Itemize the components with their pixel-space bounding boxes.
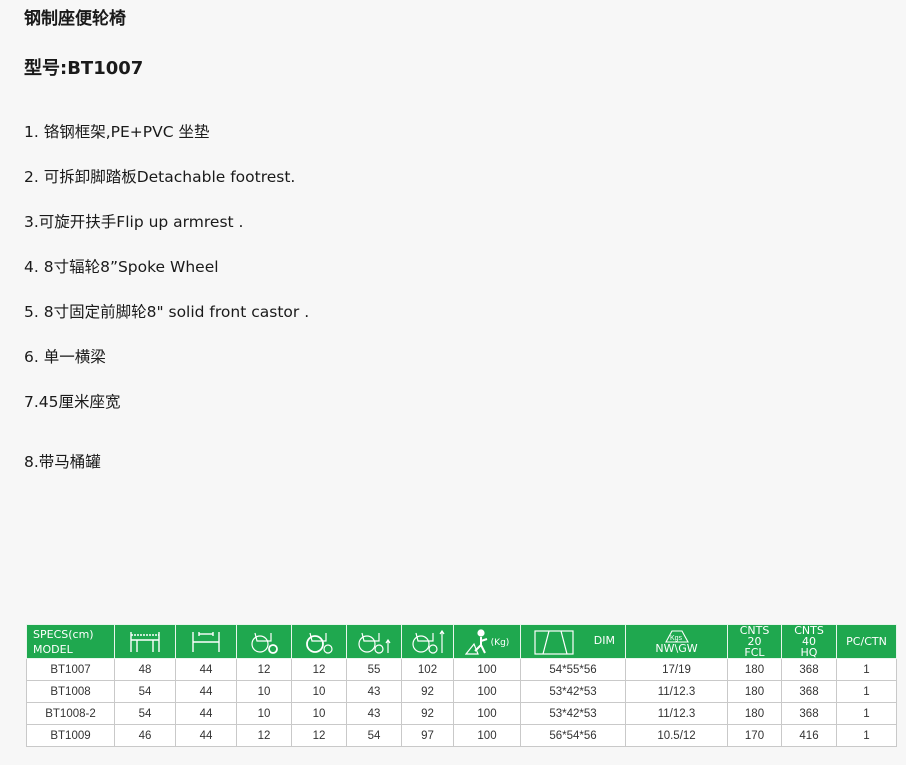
cnts20-header: CNTS 20 FCL <box>727 624 782 659</box>
front-wheel-header <box>236 624 292 659</box>
dim-label: DIM <box>593 634 615 647</box>
nw-gw-cell: 11/12.3 <box>625 680 728 703</box>
weight-header: Kgs NW\GW <box>625 624 728 659</box>
rear-wheel-cell: 12 <box>291 658 347 681</box>
pc-ctn-cell: 1 <box>836 658 897 681</box>
seat-height-cell: 55 <box>346 658 402 681</box>
rear-wheel-icon <box>306 632 333 654</box>
max-weight-icon <box>464 628 487 655</box>
model-cell: BT1007 <box>26 658 115 681</box>
overall-width-cell: 54 <box>114 680 176 703</box>
rear-wheel-header <box>291 624 347 659</box>
cnts40-cell: 368 <box>781 702 837 725</box>
rear-wheel-cell: 10 <box>291 702 347 725</box>
pc-ctn-cell: 1 <box>836 724 897 747</box>
pcctn-header: PC/CTN <box>836 624 897 659</box>
table-row: BT1009 46 44 12 12 54 97 100 56*54*56 10.5/12 170 4… <box>26 724 897 747</box>
pc-ctn-cell: 1 <box>836 702 897 725</box>
dimensions-cell: 53*42*53 <box>520 702 626 725</box>
rear-wheel-cell: 12 <box>291 724 347 747</box>
max-weight-cell: 100 <box>453 724 521 747</box>
overall-height-header <box>401 624 454 659</box>
specs-label: SPECS(cm) <box>33 627 94 641</box>
nw-gw-cell: 17/19 <box>625 658 728 681</box>
overall-width-header <box>114 624 176 659</box>
nw-gw-cell: 10.5/12 <box>625 724 728 747</box>
dimensions-cell: 53*42*53 <box>520 680 626 703</box>
overall-width-cell: 46 <box>114 724 176 747</box>
pc-ctn-cell: 1 <box>836 680 897 703</box>
carton-dim-icon <box>534 629 574 655</box>
weight-scale-icon: Kgs <box>664 630 689 643</box>
seat-height-icon <box>358 632 391 654</box>
cnts20-line3: FCL <box>744 646 765 659</box>
max-weight-cell: 100 <box>453 702 521 725</box>
front-wheel-cell: 12 <box>236 658 292 681</box>
seat-width-icon <box>192 631 220 652</box>
cnts20-cell: 180 <box>727 680 782 703</box>
model-cell: BT1009 <box>26 724 115 747</box>
overall-height-cell: 92 <box>401 680 454 703</box>
max-weight-header: (Kg) <box>453 624 521 659</box>
max-weight-unit: (Kg) <box>490 637 510 648</box>
seat-width-cell: 44 <box>175 658 237 681</box>
model-number: 型号:BT1007 <box>24 58 144 79</box>
front-wheel-cell: 12 <box>236 724 292 747</box>
model-cell: BT1008-2 <box>26 702 115 725</box>
kgs-text: Kgs <box>670 635 683 642</box>
max-weight-cell: 100 <box>453 658 521 681</box>
feature-item: 8.带马桶罐 <box>24 453 101 471</box>
feature-item: 7.45厘米座宽 <box>24 393 121 411</box>
overall-height-cell: 102 <box>401 658 454 681</box>
cnts40-cell: 368 <box>781 658 837 681</box>
table-row: BT1008-2 54 44 10 10 43 92 100 53*42*53 11/12.3 18… <box>26 702 897 725</box>
feature-item: 5. 8寸固定前脚轮8" solid front castor . <box>24 303 310 321</box>
table-row: BT1007 48 44 12 12 55 102 100 54*55*56 17/19 180 36… <box>26 658 897 681</box>
rear-wheel-cell: 10 <box>291 680 347 703</box>
overall-height-icon <box>411 629 444 654</box>
dimensions-cell: 56*54*56 <box>520 724 626 747</box>
seat-width-cell: 44 <box>175 702 237 725</box>
cnts20-cell: 170 <box>727 724 782 747</box>
max-weight-cell: 100 <box>453 680 521 703</box>
seat-height-cell: 43 <box>346 680 402 703</box>
feature-item: 1. 铬钢框架,PE+PVC 坐垫 <box>24 123 210 141</box>
table-row: BT1008 54 44 10 10 43 92 100 53*42*53 11/12.3 180 3… <box>26 680 897 703</box>
model-label: MODEL <box>33 642 73 656</box>
seat-height-cell: 54 <box>346 724 402 747</box>
product-title: 钢制座便轮椅 <box>24 9 126 29</box>
front-wheel-icon <box>251 632 278 654</box>
feature-item: 6. 单一横梁 <box>24 348 106 366</box>
cnts40-line3: HQ <box>800 646 818 659</box>
overall-width-cell: 48 <box>114 658 176 681</box>
cnts40-header: CNTS 40 HQ <box>781 624 837 659</box>
nwgw-label: NW\GW <box>655 642 698 655</box>
cnts20-cell: 180 <box>727 658 782 681</box>
seat-height-cell: 43 <box>346 702 402 725</box>
dimensions-cell: 54*55*56 <box>520 658 626 681</box>
nw-gw-cell: 11/12.3 <box>625 702 728 725</box>
feature-item: 4. 8寸辐轮8”Spoke Wheel <box>24 258 219 276</box>
front-wheel-cell: 10 <box>236 702 292 725</box>
seat-width-header <box>175 624 237 659</box>
table-header-row: SPECS(cm) MODEL (Kg) DIM Kgs NW\GW CNTS … <box>26 624 897 659</box>
seat-width-cell: 44 <box>175 680 237 703</box>
seat-width-cell: 44 <box>175 724 237 747</box>
model-cell: BT1008 <box>26 680 115 703</box>
cnts40-cell: 368 <box>781 680 837 703</box>
table-body: BT1007 48 44 12 12 55 102 100 54*55*56 17/19 180 36… <box>26 658 897 747</box>
cnts20-cell: 180 <box>727 702 782 725</box>
seat-height-header <box>346 624 402 659</box>
overall-width-icon <box>130 631 160 652</box>
feature-item: 3.可旋开扶手Flip up armrest . <box>24 213 244 231</box>
specs-table: SPECS(cm) MODEL (Kg) DIM Kgs NW\GW CNTS … <box>26 624 897 747</box>
feature-item: 2. 可拆卸脚踏板Detachable footrest. <box>24 168 296 186</box>
dimensions-header: DIM <box>520 624 626 659</box>
overall-height-cell: 97 <box>401 724 454 747</box>
overall-height-cell: 92 <box>401 702 454 725</box>
overall-width-cell: 54 <box>114 702 176 725</box>
specs-model-header: SPECS(cm) MODEL <box>26 624 115 659</box>
cnts40-cell: 416 <box>781 724 837 747</box>
front-wheel-cell: 10 <box>236 680 292 703</box>
